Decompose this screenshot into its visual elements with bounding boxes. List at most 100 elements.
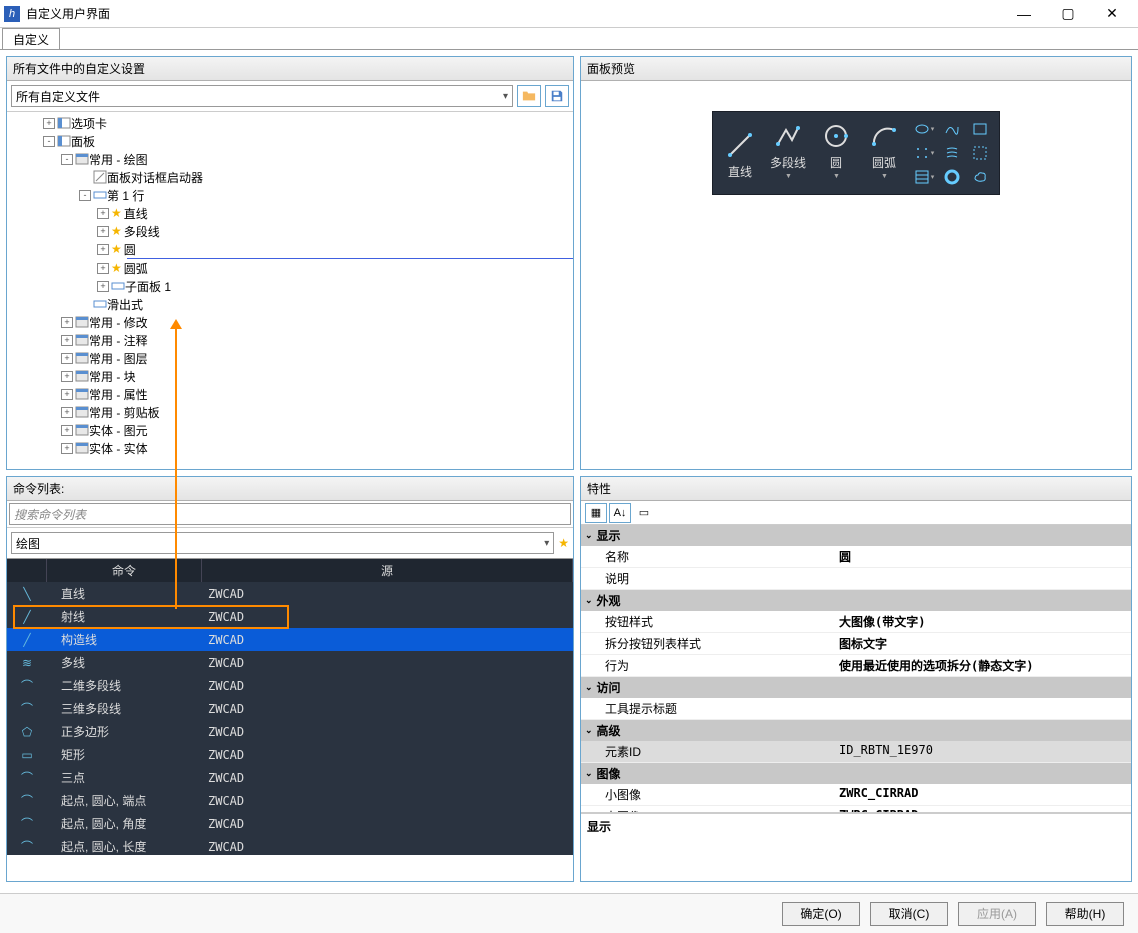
close-button[interactable]: ✕ — [1090, 0, 1134, 28]
command-row[interactable]: ⌒起点, 圆心, 长度ZWCAD — [7, 835, 573, 855]
circle-icon — [822, 122, 850, 150]
tree-item[interactable]: +常用 - 剪贴板 — [7, 403, 573, 421]
ribbon-button-line[interactable]: 直线 — [717, 116, 763, 182]
maximize-button[interactable]: ▢ — [1046, 0, 1090, 28]
tree-item[interactable]: +实体 - 图元 — [7, 421, 573, 439]
property-category[interactable]: ⌄图像 — [581, 763, 1131, 784]
save-file-button[interactable] — [545, 85, 569, 107]
property-row[interactable]: 大图像ZWRC_CIRRAD — [581, 806, 1131, 813]
panel-icon — [75, 333, 89, 347]
workspace-icon — [57, 134, 71, 148]
tree-item[interactable]: -常用 - 绘图 — [7, 150, 573, 168]
small-btn-region[interactable] — [967, 142, 993, 164]
disk-icon — [550, 89, 564, 103]
chevron-down-icon: ⌄ — [585, 595, 593, 606]
point-icon — [914, 145, 930, 161]
helix-icon — [944, 145, 960, 161]
ribbon-button-arc[interactable]: 圆弧▼ — [861, 116, 907, 182]
arc-icon — [870, 122, 898, 150]
panel-icon — [75, 369, 89, 383]
help-button[interactable]: 帮助(H) — [1046, 902, 1124, 926]
property-category[interactable]: ⌄显示 — [581, 525, 1131, 546]
small-btn-revcloud[interactable] — [967, 166, 993, 188]
row-icon — [93, 188, 107, 202]
chevron-down-icon: ▼ — [785, 173, 792, 180]
folder-icon — [522, 89, 536, 103]
property-description: 显示 — [581, 813, 1131, 869]
command-row[interactable]: ⌒三点ZWCAD — [7, 766, 573, 789]
cancel-button[interactable]: 取消(C) — [870, 902, 948, 926]
properties-grid[interactable]: ⌄显示名称圆说明⌄外观按钮样式大图像(带文字)拆分按钮列表样式图标文字行为使用最… — [581, 525, 1131, 813]
command-row[interactable]: ╱射线ZWCAD — [7, 605, 573, 628]
tree-item[interactable]: +★直线 — [7, 204, 573, 222]
tree-item[interactable]: 滑出式 — [7, 295, 573, 313]
tree-item[interactable]: +常用 - 图层 — [7, 349, 573, 367]
command-icon: ⌒ — [7, 677, 47, 694]
property-category[interactable]: ⌄访问 — [581, 677, 1131, 698]
tree-item[interactable]: +常用 - 注释 — [7, 331, 573, 349]
property-row[interactable]: 元素IDID_RBTN_1E970 — [581, 741, 1131, 763]
ok-button[interactable]: 确定(O) — [782, 902, 860, 926]
command-row[interactable]: ⌒起点, 圆心, 端点ZWCAD — [7, 789, 573, 812]
tree-item[interactable]: -第 1 行 — [7, 186, 573, 204]
property-category[interactable]: ⌄外观 — [581, 590, 1131, 611]
property-row[interactable]: 说明 — [581, 568, 1131, 590]
command-icon: ⌒ — [7, 838, 47, 855]
tree-item[interactable]: 面板对话框启动器 — [7, 168, 573, 186]
small-btn-point[interactable]: ▾ — [911, 142, 937, 164]
tree-item[interactable]: +常用 - 修改 — [7, 313, 573, 331]
command-row[interactable]: ⌒三维多段线ZWCAD — [7, 697, 573, 720]
ellipse-icon — [914, 121, 930, 137]
small-btn-donut[interactable] — [939, 166, 965, 188]
tree-item[interactable]: +★多段线 — [7, 222, 573, 240]
property-category[interactable]: ⌄高级 — [581, 720, 1131, 741]
apply-button[interactable]: 应用(A) — [958, 902, 1036, 926]
property-row[interactable]: 行为使用最近使用的选项拆分(静态文字) — [581, 655, 1131, 677]
minimize-button[interactable]: — — [1002, 0, 1046, 28]
command-row[interactable]: ⌒二维多段线ZWCAD — [7, 674, 573, 697]
tree-item[interactable]: +实体 - 实体 — [7, 439, 573, 457]
small-btn-ellipse[interactable]: ▾ — [911, 118, 937, 140]
open-file-button[interactable] — [517, 85, 541, 107]
property-row[interactable]: 工具提示标题 — [581, 698, 1131, 720]
command-row[interactable]: ⬠正多边形ZWCAD — [7, 720, 573, 743]
panel-icon — [75, 441, 89, 455]
ribbon-button-circle[interactable]: 圆▼ — [813, 116, 859, 182]
categorized-button[interactable]: ▦ — [585, 503, 607, 523]
tree-item[interactable]: +★圆弧 — [7, 259, 573, 277]
tree-item[interactable]: +选项卡 — [7, 114, 573, 132]
small-btn-rect[interactable] — [967, 118, 993, 140]
tree-item[interactable]: +常用 - 属性 — [7, 385, 573, 403]
small-btn-spline[interactable] — [939, 118, 965, 140]
ribbon-button-polyline[interactable]: 多段线▼ — [765, 116, 811, 182]
property-row[interactable]: 名称圆 — [581, 546, 1131, 568]
properties-panel: 特性 ▦ A↓ ▭ ⌄显示名称圆说明⌄外观按钮样式大图像(带文字)拆分按钮列表样… — [580, 476, 1132, 882]
command-row[interactable]: ▭矩形ZWCAD — [7, 743, 573, 766]
chevron-down-icon: ⌄ — [585, 725, 593, 736]
command-row[interactable]: ≋多线ZWCAD — [7, 651, 573, 674]
prop-page-button[interactable]: ▭ — [633, 503, 655, 523]
tree-item[interactable]: +★圆 — [7, 240, 573, 258]
small-btn-helix[interactable] — [939, 142, 965, 164]
tab-customize[interactable]: 自定义 — [2, 28, 60, 49]
category-combo[interactable]: 绘图 ▾ — [11, 532, 554, 554]
property-row[interactable]: 小图像ZWRC_CIRRAD — [581, 784, 1131, 806]
customization-tree[interactable]: +选项卡-面板-常用 - 绘图面板对话框启动器-第 1 行+★直线+★多段线+★… — [7, 112, 573, 469]
customization-file-combo[interactable]: 所有自定义文件 ▾ — [11, 85, 513, 107]
property-row[interactable]: 按钮样式大图像(带文字) — [581, 611, 1131, 633]
small-btn-hatch[interactable]: ▾ — [911, 166, 937, 188]
alphabetical-button[interactable]: A↓ — [609, 503, 631, 523]
workspace-icon — [57, 116, 71, 130]
command-row[interactable]: ╲直线ZWCAD — [7, 582, 573, 605]
tree-item[interactable]: -面板 — [7, 132, 573, 150]
command-table[interactable]: 命令 源 ╲直线ZWCAD╱射线ZWCAD╱构造线ZWCAD≋多线ZWCAD⌒二… — [7, 559, 573, 855]
chevron-down-icon: ▾ — [544, 538, 549, 549]
property-row[interactable]: 拆分按钮列表样式图标文字 — [581, 633, 1131, 655]
search-command-input[interactable]: 搜索命令列表 — [9, 503, 571, 525]
tree-item[interactable]: +子面板 1 — [7, 277, 573, 295]
command-row[interactable]: ╱构造线ZWCAD — [7, 628, 573, 651]
star-icon[interactable]: ★ — [558, 536, 569, 550]
command-row[interactable]: ⌒起点, 圆心, 角度ZWCAD — [7, 812, 573, 835]
panel-icon — [75, 405, 89, 419]
tree-item[interactable]: +常用 - 块 — [7, 367, 573, 385]
